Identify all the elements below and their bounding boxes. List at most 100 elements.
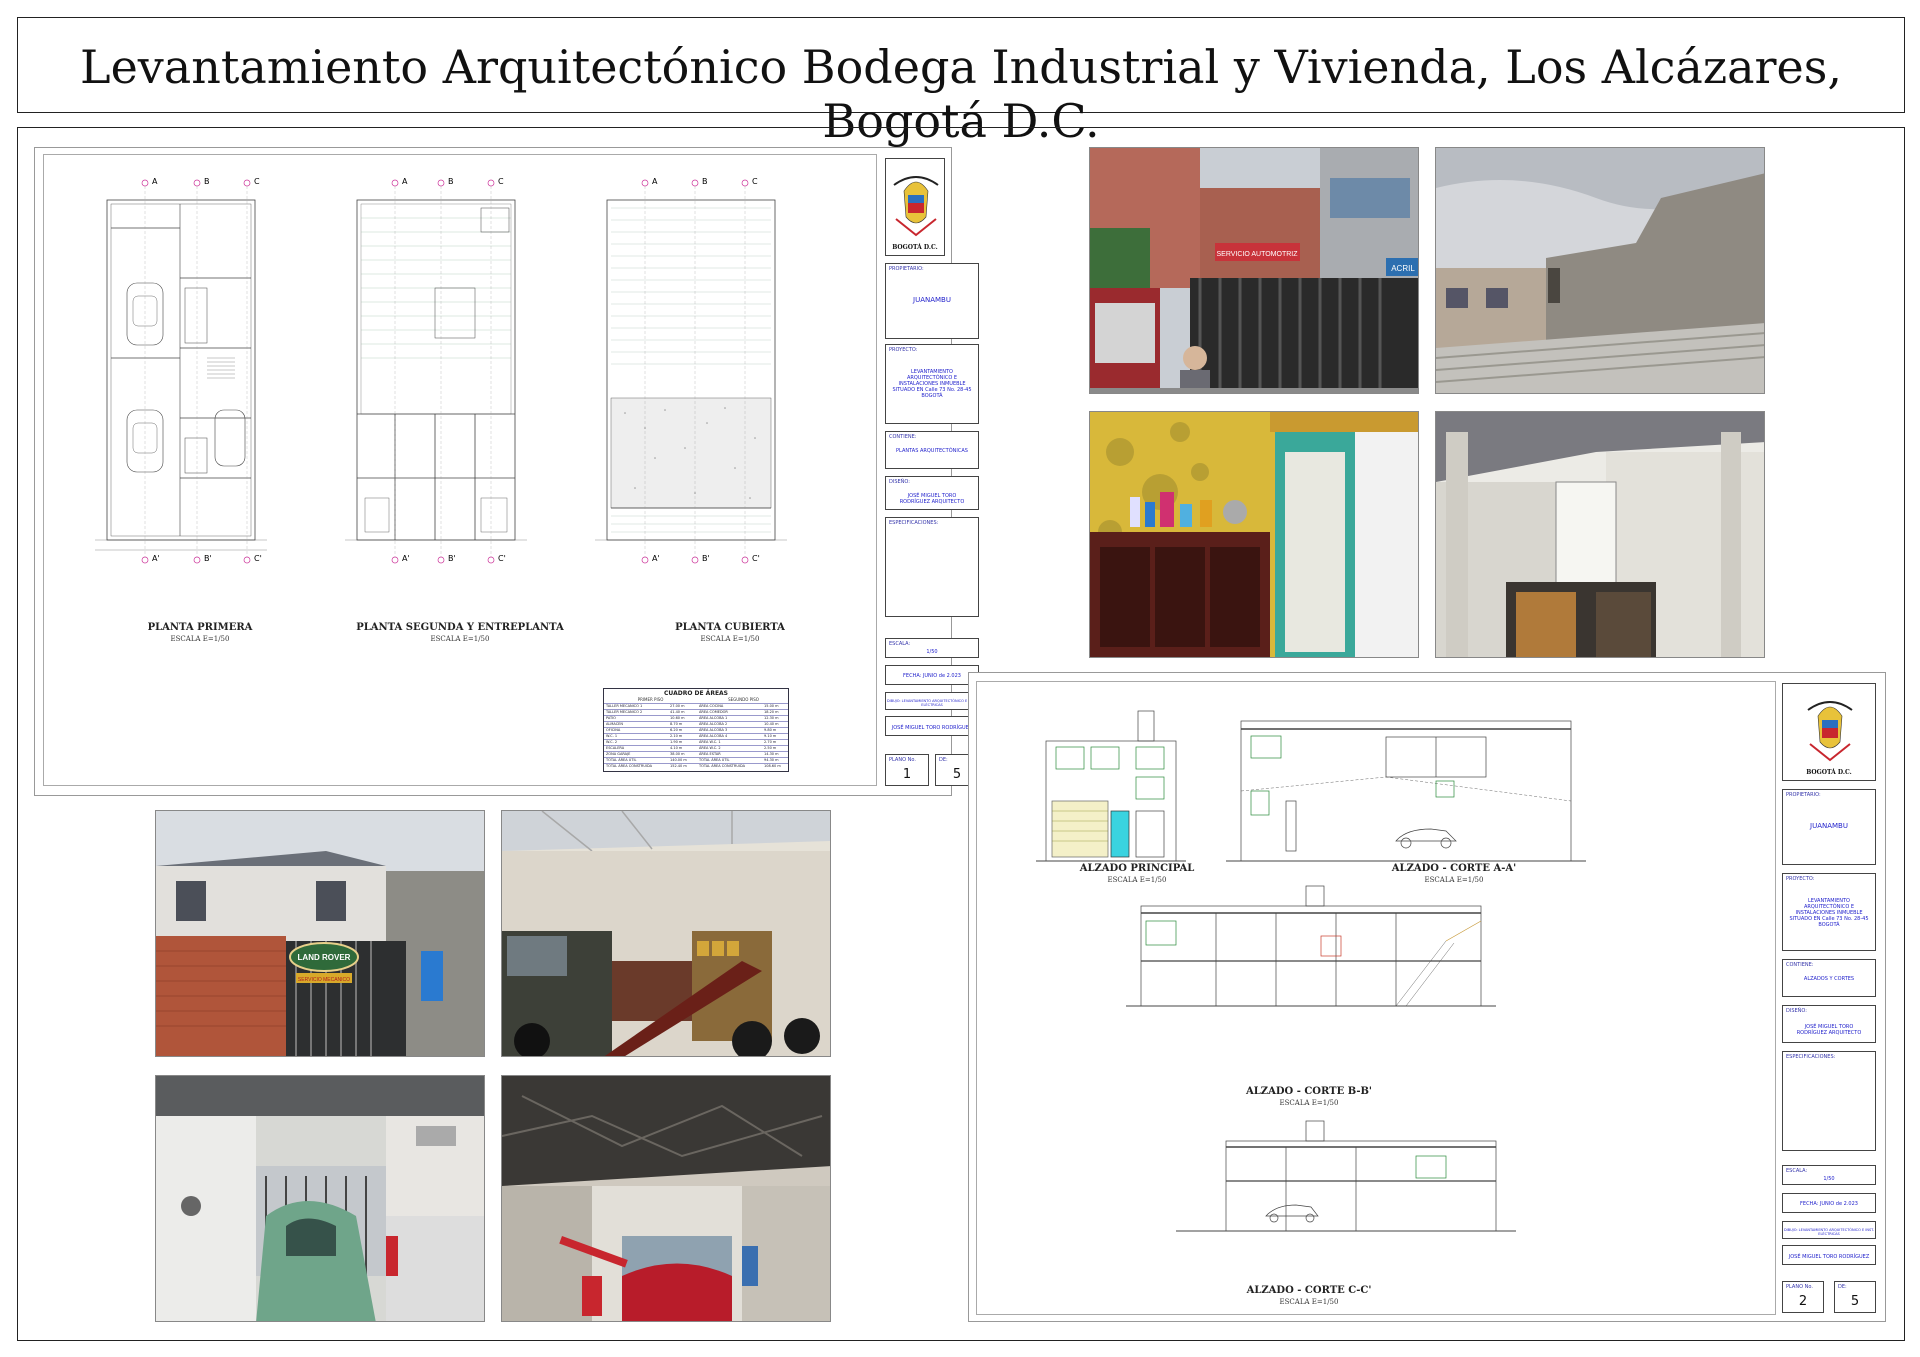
rear-wall-image [1436,148,1764,393]
alzado-principal [1036,710,1186,862]
areas-cell: 2.70 m [764,740,777,744]
plan-primera [95,199,267,551]
propietario-label: PROPIETARIO: [1786,792,1821,798]
diseno-value: JOSÉ MIGUEL TORO RODRÍGUEZ ARQUITECTO [899,493,965,505]
areas-cell: 6.20 m [670,728,683,732]
axis-label: C [498,177,504,186]
photo-rear-wall [1435,147,1765,394]
view-scale: ESCALA E=1/50 [1279,1099,1339,1107]
corte-bb [1126,885,1496,1007]
areas-cell: 1.90 m [670,740,683,744]
axis-label: C [254,177,260,186]
areas-cell: 2.50 m [764,746,777,750]
dibujo-box: JOSÉ MIGUEL TORO RODRÍGUEZ [885,716,979,736]
plan-scale: ESCALA E=1/50 [700,635,760,643]
plan-scale: ESCALA E=1/50 [170,635,230,643]
corte-cc [1176,1120,1516,1232]
escala-value: 1/50 [926,649,938,655]
areas-table-title: CUADRO DE ÁREAS [663,690,729,697]
areas-cell: 15.00 m [764,704,779,708]
plan-label: PLANTA PRIMERA [147,622,253,633]
photo-garage-green-car [155,1075,485,1322]
proyecto-label: PROYECTO: [889,347,918,353]
fecha-box: FECHA: JUNIO de 2.023 [1782,1193,1876,1213]
areas-cell: 12.30 m [764,716,779,720]
escala-box: ESCALA: 1/50 [885,638,979,658]
axis-label: A [152,177,158,186]
areas-table: CUADRO DE ÁREAS PRIMER PISO SEGUNDO PISO… [603,688,789,772]
view-label: ALZADO - CORTE B-B' [1246,1086,1372,1097]
areas-cell: ÁREA ALCOBA 1 [699,716,728,720]
plan-segunda [345,199,527,541]
workshop-red-car-image [502,1076,830,1321]
axis-label: B [204,177,210,186]
fecha-value: FECHA: JUNIO de 2.023 [1800,1201,1858,1207]
diseno-box: DISEÑO: JOSÉ MIGUEL TORO RODRÍGUEZ ARQUI… [1782,1005,1876,1043]
workshop-jeep-image [502,811,830,1056]
landrover-entrance-image: LAND ROVER SERVICIO MECANICO [156,811,484,1056]
areas-cell: 14.30 m [764,752,779,756]
plano-box: PLANO No. 2 [1782,1281,1824,1313]
areas-cell: 152.40 m [670,764,687,768]
landrover-sub-sign: SERVICIO MECANICO [298,977,350,983]
proyecto-value: LEVANTAMIENTO ARQUITECTÓNICO E INSTALACI… [1789,898,1869,928]
photo-interior-kitchen [1089,411,1419,658]
nota-box: DIBUJO: LEVANTAMIENTO ARQUITECTÓNICO E I… [885,692,979,710]
plano-number: 2 [1798,1294,1808,1309]
areas-cell: ÁREA ALCOBA 4 [699,734,728,738]
areas-cell: 27.00 m [670,704,685,708]
areas-cell: 9.10 m [764,734,777,738]
photo-street-facade: SERVICIO AUTOMOTRIZ ACRIL [1089,147,1419,394]
areas-cell: 4.10 m [670,746,683,750]
de-label: DE: [1838,1284,1847,1290]
proyecto-box: PROYECTO: LEVANTAMIENTO ARQUITECTÓNICO E… [885,344,979,424]
photo-interior-patio [1435,411,1765,658]
dibujo-value: JOSÉ MIGUEL TORO RODRÍGUEZ [1788,1254,1870,1260]
areas-cell: ÁREA COMEDOR [699,710,728,714]
especificaciones-box: ESPECIFICACIONES: [1782,1051,1876,1151]
contiene-value: ALZADOS Y CORTES [1803,976,1855,982]
contiene-box: CONTIENE: ALZADOS Y CORTES [1782,959,1876,997]
photo-landrover-entrance: LAND ROVER SERVICIO MECANICO [155,810,485,1057]
areas-cell: 8.70 m [670,722,683,726]
areas-cell: 10.40 m [764,722,779,726]
areas-cell: 94.30 m [764,758,779,762]
axis-label: B' [702,554,710,563]
view-scale: ESCALA E=1/50 [1279,1298,1339,1306]
areas-cell: 38.00 m [670,752,685,756]
shop-sign: SERVICIO AUTOMOTRIZ [1216,251,1298,258]
contiene-label: CONTIENE: [1786,962,1814,968]
garage-green-car-image [156,1076,484,1321]
crest-caption: BOGOTÁ D.C. [1806,769,1852,776]
axis-label: A [652,177,658,186]
dibujo-value: JOSÉ MIGUEL TORO RODRÍGUEZ [891,725,973,731]
dibujo-box: JOSÉ MIGUEL TORO RODRÍGUEZ [1782,1245,1876,1265]
escala-label: ESCALA: [889,641,911,647]
title-box: Levantamiento Arquitectónico Bodega Indu… [17,17,1905,148]
colombia-crest-icon [893,176,939,237]
de-label: DE: [939,757,948,763]
contiene-value: PLANTAS ARQUITECTÓNICAS [896,448,968,454]
axis-label: A [402,177,408,186]
areas-cell: ÁREA ALCOBA 3 [699,728,728,732]
areas-cell: TOTAL ÁREA ÚTIL [699,758,730,762]
plan-label: PLANTA SEGUNDA Y ENTREPLANTA [356,622,564,633]
axis-label: B' [448,554,456,563]
axis-label: A' [652,554,660,563]
view-label: ALZADO - CORTE C-C' [1246,1285,1372,1296]
areas-cell: 2.10 m [670,734,683,738]
areas-cell: TALLER MECANICO 1 [606,704,643,708]
axis-label: B' [204,554,212,563]
plano-box: PLANO No. 1 [885,754,929,786]
areas-cell: 9.80 m [764,728,777,732]
areas-cell: 10.60 m [670,716,685,720]
interior-patio-image [1436,412,1764,657]
view-label: ALZADO - CORTE A-A' [1391,863,1517,874]
proyecto-label: PROYECTO: [1786,876,1815,882]
areas-cell: 140.00 m [670,758,687,762]
total-sheets: 5 [1850,1294,1860,1309]
plano-label: PLANO No. [889,757,916,763]
areas-cell: 41.40 m [670,710,685,714]
diseno-label: DISEÑO: [889,479,910,485]
crest-caption: BOGOTÁ D.C. [892,244,938,251]
